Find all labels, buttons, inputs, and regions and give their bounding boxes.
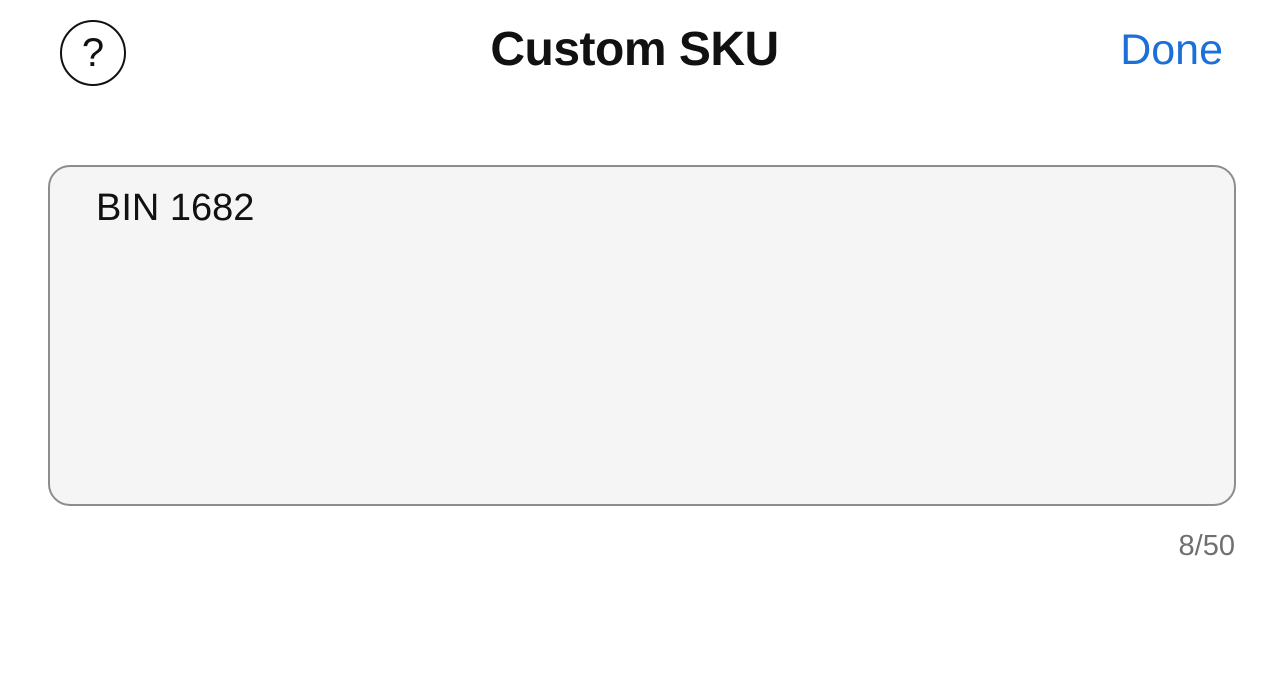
character-counter: 8/50 xyxy=(1178,530,1235,562)
page-title: Custom SKU xyxy=(490,23,779,76)
custom-sku-input[interactable]: BIN 1682 xyxy=(48,165,1236,506)
done-button[interactable]: Done xyxy=(1120,26,1223,75)
top-bar: ? Custom SKU Done xyxy=(0,0,1269,110)
